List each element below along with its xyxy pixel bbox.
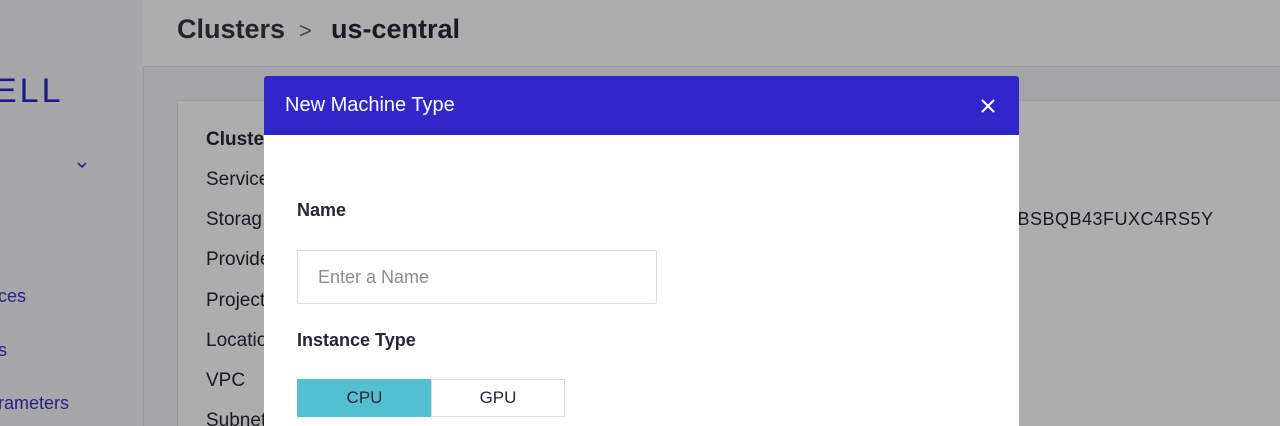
name-field-label: Name	[297, 200, 347, 220]
close-icon[interactable]	[977, 95, 999, 117]
app-page: ELL ces s rameters Clusters > us-central…	[0, 0, 1280, 426]
new-machine-type-dialog: New Machine Type Name Instance Type CPU …	[264, 76, 1019, 426]
instance-type-label: Instance Type	[297, 330, 416, 350]
name-input[interactable]	[297, 250, 657, 304]
instance-type-cpu-button[interactable]: CPU	[297, 379, 432, 417]
dialog-title: New Machine Type	[285, 94, 455, 116]
instance-type-gpu-button[interactable]: GPU	[431, 379, 565, 417]
dialog-header: New Machine Type	[264, 76, 1019, 135]
